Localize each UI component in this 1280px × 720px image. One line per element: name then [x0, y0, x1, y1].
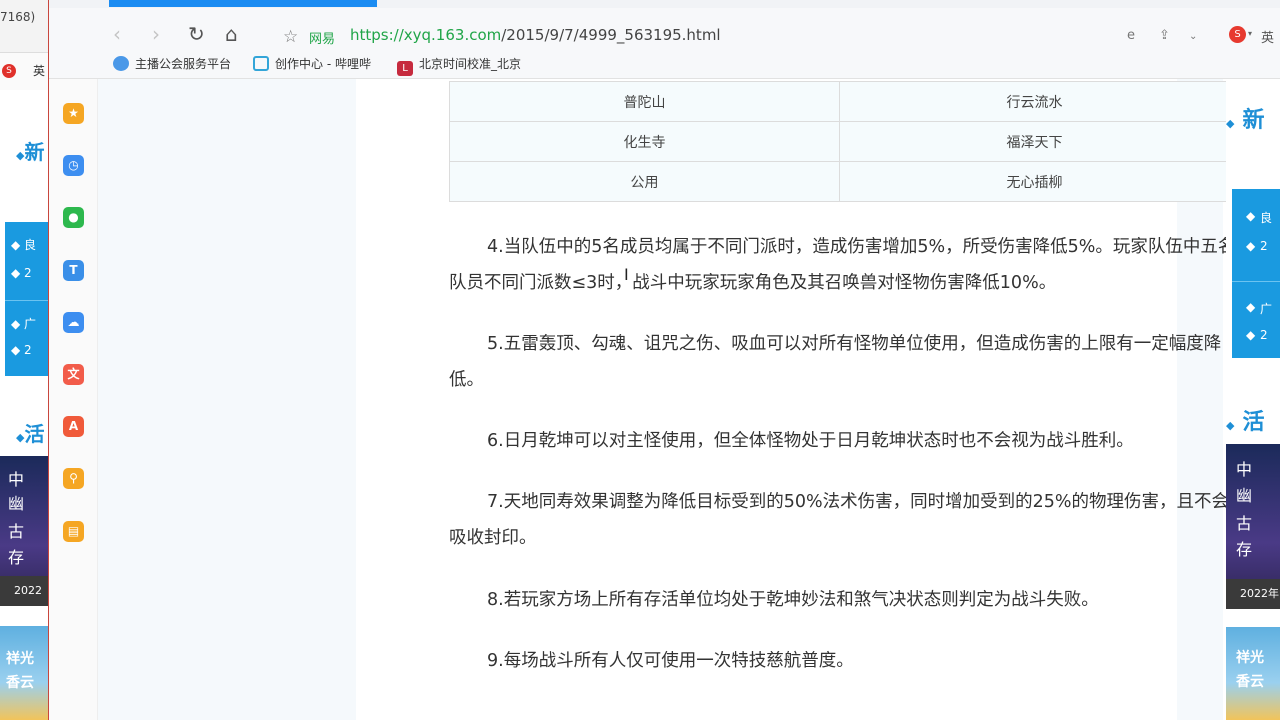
- list-item[interactable]: ◆ 2: [1246, 328, 1268, 342]
- section-heading-2: ◆活: [16, 422, 45, 446]
- window-title-fragment: 7168): [0, 10, 36, 24]
- browser-window: ‹ › ↻ ⌂ ☆ 网易 https://xyq.163.com/2015/9/…: [48, 0, 1280, 720]
- news-list-block[interactable]: ◆ 良 ◆ 2: [1232, 189, 1280, 281]
- list-item[interactable]: ◆ 广: [1246, 300, 1272, 316]
- bookmark-favicon-icon: [113, 56, 129, 71]
- bilibili-icon: [253, 56, 269, 71]
- school-table: 普陀山 行云流水 化生寺 福泽天下 公用 无心插柳: [449, 81, 1230, 202]
- tools-icon[interactable]: T: [63, 259, 84, 281]
- translate-icon[interactable]: 文: [63, 364, 84, 385]
- bookmark-item[interactable]: L 北京时间校准_北京: [397, 55, 521, 76]
- list-item[interactable]: ◆ 广: [11, 315, 36, 332]
- background-window-left: 7168) S 英 ◆新 ◆ 良 ◆ 2 ◆ 广 ◆ 2 ◆活 中 幽 古 存 …: [0, 0, 48, 720]
- table-cell: 普陀山: [449, 81, 840, 122]
- bookmark-item[interactable]: 主播公会服务平台: [113, 55, 231, 72]
- home-icon[interactable]: ⌂: [225, 24, 238, 44]
- section-heading: ◆新: [1226, 108, 1265, 133]
- list-item[interactable]: ◆ 2: [11, 266, 32, 280]
- forward-icon[interactable]: ›: [152, 24, 160, 44]
- list-item[interactable]: ◆ 2: [11, 343, 32, 357]
- dropdown-arrow-icon[interactable]: ▾: [1248, 29, 1252, 38]
- table-row: 公用 无心插柳: [449, 161, 1230, 202]
- rule-paragraph: 7.天地同寿效果调整为降低目标受到的50%法术伤害，同时增加受到的25%的物理伤…: [449, 492, 1229, 548]
- table-row: 普陀山 行云流水: [449, 81, 1230, 122]
- table-cell: 化生寺: [449, 121, 840, 162]
- wechat-icon[interactable]: ●: [63, 207, 84, 229]
- ie-mode-icon[interactable]: e: [1127, 28, 1135, 43]
- table-cell: 无心插柳: [839, 161, 1230, 202]
- news-list-block[interactable]: ◆ 广 ◆ 2: [5, 300, 48, 376]
- section-heading-2: ◆活: [1226, 410, 1265, 435]
- reload-icon[interactable]: ↻: [188, 24, 205, 44]
- url-path: /2015/9/7/4999_563195.html: [501, 26, 721, 44]
- site-name-label: 网易: [309, 32, 336, 47]
- news-list-block[interactable]: ◆ 良 ◆ 2: [5, 222, 48, 300]
- section-heading: ◆新: [16, 140, 45, 164]
- rule-paragraph: 5.五雷轰顶、勾魂、诅咒之伤、吸血可以对所有怪物单位使用，但造成伤害的上限有一定…: [449, 334, 1222, 390]
- web-page: 普陀山 行云流水 化生寺 福泽天下 公用 无心插柳 4.当队伍中的5名成员均属于…: [98, 79, 1280, 720]
- bookmark-item[interactable]: 创作中心 - 哔哩哔: [253, 55, 371, 72]
- sogou-icon[interactable]: S: [2, 64, 16, 78]
- table-cell: 福泽天下: [839, 121, 1230, 162]
- sogou-icon[interactable]: S: [1229, 26, 1246, 43]
- chevron-down-icon[interactable]: ⌄: [1189, 31, 1197, 42]
- list-item[interactable]: ◆ 2: [1246, 239, 1268, 253]
- lang-label[interactable]: 英: [33, 62, 45, 79]
- rule-paragraph: 9.每场战斗所有人仅可使用一次特技慈航普度。: [487, 651, 854, 671]
- url-host: https://xyq.163.com: [350, 26, 502, 44]
- sidebar: ★ ◷ ● T ☁ 文 A ⚲ ▤: [49, 79, 98, 720]
- search-icon[interactable]: ⚲: [63, 468, 84, 490]
- promo-banner-2[interactable]: 祥光 香云: [0, 626, 48, 720]
- url-input[interactable]: https://xyq.163.com/2015/9/7/4999_563195…: [350, 26, 721, 44]
- pdf-icon[interactable]: A: [63, 416, 84, 438]
- article-body: 普陀山 行云流水 化生寺 福泽天下 公用 无心插柳 4.当队伍中的5名成员均属于…: [400, 79, 1235, 720]
- table-cell: 公用: [449, 161, 840, 202]
- cloud-icon[interactable]: ☁: [63, 311, 84, 333]
- back-icon[interactable]: ‹: [113, 24, 121, 44]
- list-item[interactable]: ◆ 良: [1246, 209, 1272, 225]
- news-list-block[interactable]: ◆ 广 ◆ 2: [1232, 281, 1280, 358]
- favorites-icon[interactable]: ★: [63, 103, 84, 124]
- rule-paragraph: 8.若玩家方场上所有存活单位均处于乾坤妙法和煞气决状态则判定为战斗失败。: [487, 590, 1099, 610]
- reader-icon[interactable]: ▤: [63, 520, 84, 542]
- banner-caption: 2022年: [0, 576, 48, 627]
- page-left-margin: [98, 79, 356, 720]
- table-cell: 行云流水: [839, 81, 1230, 122]
- text-cursor-icon: I: [624, 265, 629, 284]
- clock-favicon-icon: L: [397, 61, 413, 76]
- bookmarks-bar: 主播公会服务平台 创作中心 - 哔哩哔 L 北京时间校准_北京: [49, 48, 1280, 79]
- history-icon[interactable]: ◷: [63, 155, 84, 177]
- active-tab-indicator[interactable]: [109, 0, 377, 7]
- promo-banner-2[interactable]: 祥光 香云: [1226, 627, 1280, 720]
- address-bar: ‹ › ↻ ⌂ ☆ 网易 https://xyq.163.com/2015/9/…: [49, 8, 1280, 48]
- banner-caption: 2022年: [1226, 579, 1280, 609]
- share-icon[interactable]: ⇪: [1159, 28, 1170, 43]
- rule-paragraph: 6.日月乾坤可以对主怪使用，但全体怪物处于日月乾坤状态时也不会视为战斗胜利。: [487, 431, 1134, 451]
- rule-paragraph: 4.当队伍中的5名成员均属于不同门派时，造成伤害增加5%，所受伤害降低5%。玩家…: [449, 237, 1236, 293]
- bookmark-star-icon[interactable]: ☆: [283, 27, 298, 47]
- list-item[interactable]: ◆ 良: [11, 236, 36, 253]
- table-row: 化生寺 福泽天下: [449, 121, 1230, 162]
- lang-label[interactable]: 英: [1261, 27, 1274, 46]
- right-sidebar-panel: ◆ 新 ◆ 良 ◆ 2 ◆ 广 ◆ 2 ◆ 活 中 幽 古 存 2022年 祥光 香…: [1226, 79, 1280, 720]
